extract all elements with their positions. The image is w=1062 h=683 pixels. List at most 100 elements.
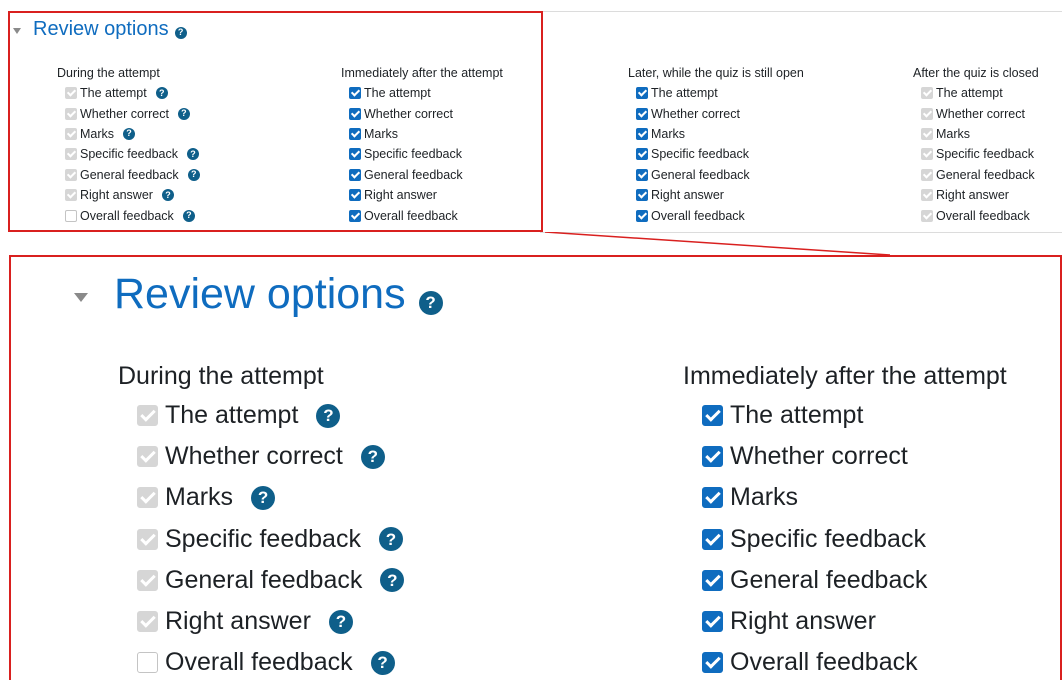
- question-circle-icon[interactable]: ?: [418, 290, 443, 315]
- zoomed-column-immediately-after: Immediately after the attempt The attemp…: [683, 357, 1007, 683]
- option-label: Specific feedback: [936, 147, 1034, 162]
- zoomed-review-options-header[interactable]: Review options ?: [74, 270, 443, 319]
- option-row: Marks: [702, 477, 1007, 518]
- option-row: Right answer: [921, 185, 1039, 205]
- option-row: Specific feedback: [636, 144, 804, 164]
- column-heading: Immediately after the attempt: [683, 362, 1007, 390]
- option-label: Overall feedback: [936, 208, 1030, 223]
- question-circle-icon[interactable]: ?: [251, 485, 276, 510]
- option-row: Overall feedback: [702, 642, 1007, 683]
- checkbox-icon[interactable]: [921, 189, 933, 202]
- option-row: Overall feedback: [636, 205, 804, 225]
- option-label: Specific feedback: [651, 147, 749, 162]
- checkbox-icon[interactable]: [702, 528, 723, 550]
- checkbox-icon[interactable]: [137, 611, 158, 633]
- option-row: General feedback: [636, 165, 804, 185]
- checkbox-icon[interactable]: [636, 107, 648, 120]
- option-row: Whether correct: [636, 103, 804, 123]
- option-label: General feedback: [730, 565, 928, 594]
- checkbox-icon[interactable]: [137, 487, 158, 509]
- question-circle-icon[interactable]: ?: [370, 650, 395, 675]
- option-label: General feedback: [936, 167, 1035, 182]
- checkbox-icon[interactable]: [137, 405, 158, 427]
- option-label: Right answer: [165, 607, 311, 636]
- option-label: Right answer: [936, 188, 1009, 203]
- option-row: Right answer: [636, 185, 804, 205]
- checkbox-icon[interactable]: [636, 87, 648, 100]
- option-row: The attempt: [636, 83, 804, 103]
- option-label: Marks: [730, 483, 799, 512]
- column-later-while-open: Later, while the quiz is still open The …: [628, 63, 804, 226]
- question-circle-icon[interactable]: ?: [378, 527, 403, 552]
- option-row: Whether correct: [921, 103, 1039, 123]
- option-row: Overall feedback: [921, 205, 1039, 225]
- option-label: Specific feedback: [165, 524, 361, 553]
- option-row: Marks: [636, 124, 804, 144]
- option-label: The attempt: [651, 86, 718, 101]
- checkbox-icon[interactable]: [921, 148, 933, 161]
- option-label: Specific feedback: [730, 524, 926, 553]
- checkbox-icon[interactable]: [921, 107, 933, 120]
- option-row: Specific feedback?: [137, 519, 404, 560]
- option-label: General feedback: [165, 565, 363, 594]
- column-heading: Later, while the quiz is still open: [628, 66, 804, 80]
- checkbox-icon[interactable]: [702, 487, 723, 509]
- checkbox-icon[interactable]: [636, 168, 648, 181]
- checkbox-icon[interactable]: [137, 652, 158, 674]
- checkbox-icon[interactable]: [921, 127, 933, 140]
- question-circle-icon[interactable]: ?: [380, 568, 405, 593]
- option-label: Right answer: [651, 188, 724, 203]
- option-row: Whether correct: [702, 436, 1007, 477]
- option-row: The attempt?: [137, 395, 404, 436]
- checkbox-icon[interactable]: [636, 209, 648, 222]
- option-label: Overall feedback: [730, 648, 918, 677]
- option-row: Right answer: [702, 601, 1007, 642]
- callout-connector: [545, 232, 890, 256]
- question-circle-icon[interactable]: ?: [328, 609, 353, 634]
- checkbox-icon[interactable]: [921, 209, 933, 222]
- option-label: The attempt: [730, 401, 864, 430]
- option-row: Marks: [921, 124, 1039, 144]
- checkbox-icon[interactable]: [636, 189, 648, 202]
- checkbox-icon[interactable]: [702, 652, 723, 674]
- option-label: The attempt: [165, 401, 299, 430]
- option-row: Right answer?: [137, 601, 404, 642]
- option-label: Overall feedback: [165, 648, 353, 677]
- form-top-border: [540, 11, 1062, 12]
- option-row: The attempt: [921, 83, 1039, 103]
- option-label: Right answer: [730, 607, 876, 636]
- checkbox-icon[interactable]: [636, 127, 648, 140]
- option-label: The attempt: [936, 86, 1003, 101]
- option-row: Whether correct?: [137, 436, 404, 477]
- option-label: Whether correct: [730, 442, 908, 471]
- checkbox-icon[interactable]: [137, 528, 158, 550]
- option-label: Marks: [165, 483, 234, 512]
- checkbox-icon[interactable]: [702, 569, 723, 591]
- option-row: Overall feedback?: [137, 642, 404, 683]
- option-label: General feedback: [651, 167, 750, 182]
- checkbox-icon[interactable]: [702, 446, 723, 468]
- checkbox-icon[interactable]: [137, 569, 158, 591]
- zoomed-review-options-title[interactable]: Review options: [114, 270, 406, 319]
- question-circle-icon[interactable]: ?: [360, 444, 385, 469]
- option-row: Marks?: [137, 477, 404, 518]
- option-row: Specific feedback: [702, 519, 1007, 560]
- question-circle-icon[interactable]: ?: [316, 403, 341, 428]
- option-row: General feedback: [702, 560, 1007, 601]
- highlight-box: [8, 11, 543, 232]
- option-label: Marks: [936, 126, 971, 141]
- option-label: Whether correct: [165, 442, 343, 471]
- checkbox-icon[interactable]: [702, 405, 723, 427]
- checkbox-icon[interactable]: [921, 168, 933, 181]
- column-heading: During the attempt: [118, 362, 324, 390]
- option-label: Whether correct: [936, 106, 1025, 121]
- option-label: Whether correct: [651, 106, 740, 121]
- zoomed-column-during-attempt: During the attempt The attempt? Whether …: [118, 357, 405, 683]
- checkbox-icon[interactable]: [137, 446, 158, 468]
- column-after-closed: After the quiz is closed The attempt Whe…: [913, 63, 1039, 226]
- caret-down-icon[interactable]: [74, 293, 88, 302]
- checkbox-icon[interactable]: [702, 611, 723, 633]
- checkbox-icon[interactable]: [636, 148, 648, 161]
- checkbox-icon[interactable]: [921, 87, 933, 100]
- option-row: General feedback: [921, 165, 1039, 185]
